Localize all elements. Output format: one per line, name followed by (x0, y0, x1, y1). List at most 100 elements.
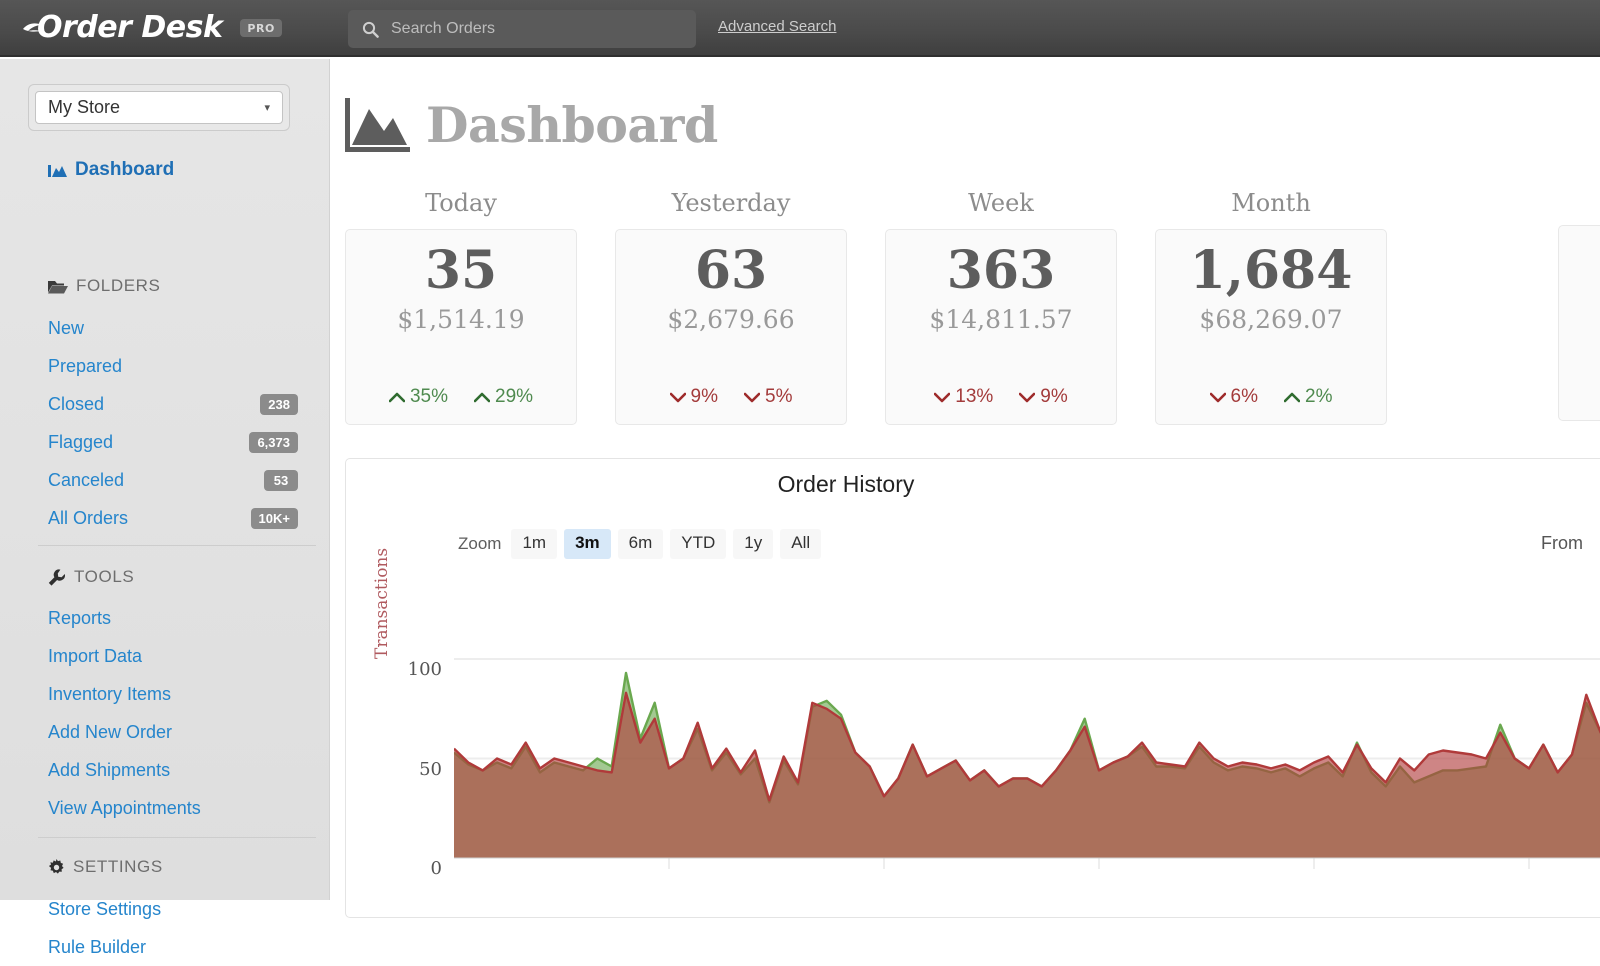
stat-card-label: Month (1155, 189, 1387, 217)
sidebar-divider (38, 545, 316, 546)
stat-card-yesterday: Yesterday 63 $2,679.66 9% 5% (615, 189, 847, 425)
search-input[interactable] (391, 20, 671, 38)
sidebar-item-reports[interactable]: Reports (48, 599, 298, 637)
stat-card-body[interactable] (1558, 225, 1600, 421)
sidebar-item-label: Reports (48, 608, 111, 629)
sidebar-item-all-orders[interactable]: All Orders 10K+ (48, 499, 298, 537)
sidebar-divider (38, 837, 316, 838)
wrench-icon (48, 569, 66, 586)
stat-deltas: 13% 9% (934, 386, 1068, 408)
mini-area-chart-icon (48, 163, 67, 178)
sidebar-section-tools: TOOLS (48, 567, 134, 587)
page-title: Dashboard (345, 96, 718, 154)
sidebar-item-label: View Appointments (48, 798, 201, 819)
stat-card-body[interactable]: 35 $1,514.19 35% 29% (345, 229, 577, 425)
chart-title: Order History (346, 471, 1346, 498)
order-history-panel: Order History Zoom 1m 3m 6m YTD 1y All F… (345, 458, 1600, 918)
sidebar-item-badge: 238 (260, 394, 298, 415)
store-selector-wrap: My Store ▾ (28, 84, 290, 131)
stat-card-label: Today (345, 189, 577, 217)
folder-open-icon (48, 279, 68, 294)
stat-card-partial (1558, 189, 1600, 421)
stat-delta: 9% (1019, 386, 1067, 408)
sidebar-item-label: Canceled (48, 470, 124, 491)
sidebar-item-flagged[interactable]: Flagged 6,373 (48, 423, 298, 461)
chart-y-tick-0: 0 (398, 858, 442, 879)
order-history-chart[interactable] (454, 599, 1600, 869)
advanced-search-link[interactable]: Advanced Search (718, 18, 836, 35)
arrow-down-icon (744, 392, 760, 403)
sidebar-item-store-settings[interactable]: Store Settings (48, 890, 298, 928)
date-range-from-label: From (1541, 533, 1583, 554)
sidebar-item-dashboard-label: Dashboard (75, 159, 174, 181)
sidebar-item-rule-builder[interactable]: Rule Builder (48, 928, 298, 966)
stat-delta-value: 35% (410, 386, 448, 408)
stat-card-body[interactable]: 363 $14,811.57 13% 9% (885, 229, 1117, 425)
sidebar-section-settings-title: SETTINGS (73, 857, 163, 877)
stat-amount: $1,514.19 (397, 305, 524, 334)
stat-delta: 29% (474, 386, 533, 408)
sidebar-item-canceled[interactable]: Canceled 53 (48, 461, 298, 499)
zoom-button-3m[interactable]: 3m (564, 529, 611, 559)
zoom-button-ytd[interactable]: YTD (670, 529, 726, 559)
stat-delta: 6% (1210, 386, 1258, 408)
search-box[interactable] (348, 10, 696, 48)
sidebar-item-view-appointments[interactable]: View Appointments (48, 789, 298, 827)
stat-card-body[interactable]: 1,684 $68,269.07 6% 2% (1155, 229, 1387, 425)
stat-delta: 9% (670, 386, 718, 408)
store-selector-value: My Store (48, 97, 120, 118)
stat-deltas: 9% 5% (670, 386, 793, 408)
arrow-down-icon (1019, 392, 1035, 403)
sidebar-tools-list: Reports Import Data Inventory Items Add … (48, 599, 298, 827)
zoom-button-1m[interactable]: 1m (511, 529, 557, 559)
zoom-button-6m[interactable]: 6m (618, 529, 664, 559)
stat-delta-value: 5% (765, 386, 792, 408)
sidebar-settings-list: Store Settings Rule Builder (48, 890, 298, 966)
arrow-down-icon (934, 392, 950, 403)
gear-icon (48, 859, 65, 876)
sidebar-item-label: Store Settings (48, 899, 161, 920)
stat-delta-value: 6% (1231, 386, 1258, 408)
zoom-button-all[interactable]: All (780, 529, 821, 559)
sidebar-item-add-new-order[interactable]: Add New Order (48, 713, 298, 751)
brand-name: Order Desk (37, 10, 222, 45)
stat-card-month: Month 1,684 $68,269.07 6% 2% (1155, 189, 1387, 425)
stat-card-body[interactable]: 63 $2,679.66 9% 5% (615, 229, 847, 425)
sidebar-item-label: Import Data (48, 646, 142, 667)
search-icon (362, 21, 379, 38)
top-header-bar: Order Desk PRO Advanced Search (0, 0, 1600, 57)
sidebar-item-inventory-items[interactable]: Inventory Items (48, 675, 298, 713)
sidebar-item-label: Inventory Items (48, 684, 171, 705)
stat-delta-value: 13% (955, 386, 993, 408)
sidebar-section-folders-title: FOLDERS (76, 276, 161, 296)
sidebar-item-dashboard[interactable]: Dashboard (48, 159, 174, 181)
sidebar-item-prepared[interactable]: Prepared (48, 347, 298, 385)
stat-card-week: Week 363 $14,811.57 13% 9% (885, 189, 1117, 425)
stat-delta: 13% (934, 386, 993, 408)
sidebar-item-label: Flagged (48, 432, 113, 453)
sidebar-item-import-data[interactable]: Import Data (48, 637, 298, 675)
stat-count: 1,684 (1190, 244, 1353, 299)
sidebar-item-closed[interactable]: Closed 238 (48, 385, 298, 423)
area-chart-icon (345, 98, 410, 152)
sidebar-item-new[interactable]: New (48, 309, 298, 347)
brand-logo[interactable]: Order Desk PRO (22, 10, 282, 45)
stat-cards-row: Today 35 $1,514.19 35% 29% (331, 189, 1600, 439)
store-selector[interactable]: My Store ▾ (35, 91, 283, 124)
stat-delta-value: 9% (1040, 386, 1067, 408)
arrow-down-icon (670, 392, 686, 403)
sidebar-item-add-shipments[interactable]: Add Shipments (48, 751, 298, 789)
sidebar-item-badge: 10K+ (251, 508, 298, 529)
chart-y-axis-label: Transactions (372, 548, 392, 659)
stat-card-label: Week (885, 189, 1117, 217)
sidebar-item-label: Rule Builder (48, 937, 146, 958)
zoom-button-1y[interactable]: 1y (733, 529, 773, 559)
main-content: Dashboard Today 35 $1,514.19 35% (331, 59, 1600, 900)
stat-delta: 5% (744, 386, 792, 408)
stat-count: 363 (947, 244, 1056, 299)
stat-deltas: 6% 2% (1210, 386, 1333, 408)
sidebar-item-badge: 6,373 (249, 432, 298, 453)
zoom-label: Zoom (458, 534, 501, 554)
sidebar-item-label: Add Shipments (48, 760, 170, 781)
arrow-up-icon (474, 392, 490, 403)
